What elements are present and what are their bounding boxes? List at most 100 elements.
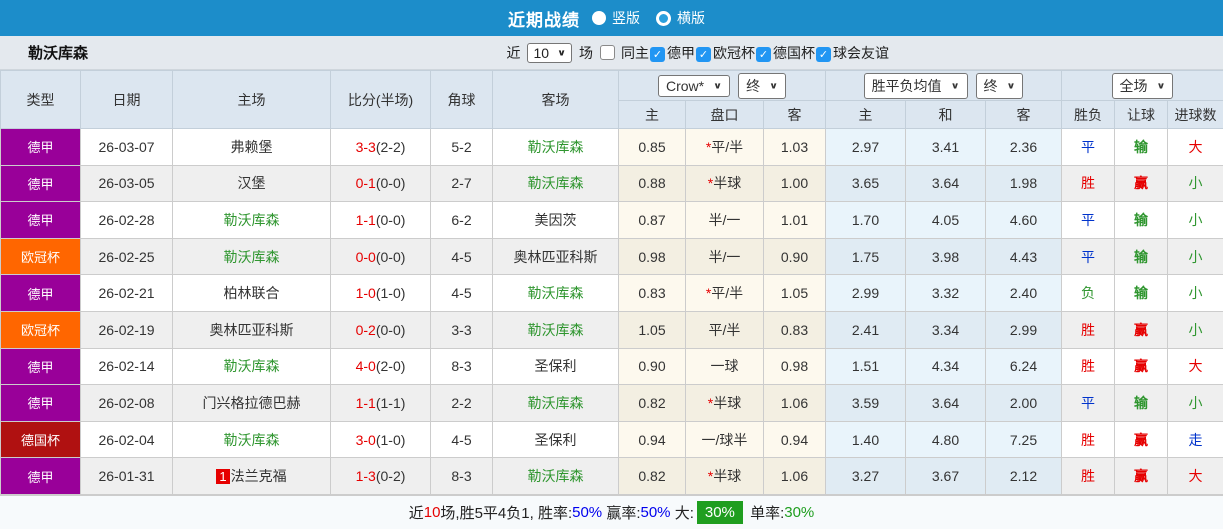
- corner-cell: 4-5: [431, 275, 493, 312]
- table-row: 德甲26-02-14勒沃库森4-0(2-0)8-3圣保利0.90一球0.981.…: [1, 348, 1223, 385]
- league-checkbox[interactable]: ✓: [650, 47, 665, 62]
- avg-home: 3.27: [826, 458, 906, 495]
- horizontal-layout-label[interactable]: 横版: [677, 8, 705, 28]
- avg-away: 4.43: [986, 238, 1062, 275]
- result-cell: 胜: [1062, 421, 1115, 458]
- summary-segment: 大:: [671, 502, 694, 523]
- avg-home: 1.70: [826, 202, 906, 239]
- odds-source-select[interactable]: Crow*∨: [658, 75, 730, 97]
- filter-controls: 近 10 ∨ 场 同主 ✓德甲✓欧冠杯✓德国杯✓球会友谊: [503, 43, 890, 63]
- league-checkbox[interactable]: ✓: [696, 47, 711, 62]
- score-cell: 3-3(2-2): [331, 129, 431, 166]
- away-team: 勒沃库森: [493, 275, 619, 312]
- odds-handicap: 半/一: [686, 202, 764, 239]
- odds-home: 0.98: [619, 238, 686, 275]
- league-checkbox[interactable]: ✓: [756, 47, 771, 62]
- top-title-bar: 近期战绩 竖版 横版: [0, 0, 1223, 36]
- avg-final-select[interactable]: 终∨: [976, 73, 1024, 99]
- odds-handicap: *平/半: [686, 129, 764, 166]
- league-badge: 德甲: [1, 202, 81, 239]
- odds-home: 1.05: [619, 311, 686, 348]
- page-title: 近期战绩: [508, 6, 580, 31]
- goals-result-cell: 小: [1168, 165, 1223, 202]
- odds-final-select[interactable]: 终∨: [738, 73, 786, 99]
- avg-home: 3.65: [826, 165, 906, 202]
- sub-col-header: 和: [906, 101, 986, 129]
- result-cell: 平: [1062, 238, 1115, 275]
- odds-home: 0.82: [619, 385, 686, 422]
- avg-home: 1.75: [826, 238, 906, 275]
- away-team: 奥林匹亚科斯: [493, 238, 619, 275]
- chevron-down-icon: ∨: [1007, 80, 1016, 90]
- avg-draw: 3.64: [906, 165, 986, 202]
- goals-result-cell: 小: [1168, 275, 1223, 312]
- vertical-layout-radio[interactable]: [592, 11, 606, 25]
- col-header-corner: 角球: [431, 71, 493, 129]
- summary-footer: 近10场,胜5平4负1, 胜率:50% 赢率:50% 大:30% 单率:30%: [0, 495, 1223, 529]
- corner-cell: 5-2: [431, 129, 493, 166]
- goals-result-cell: 小: [1168, 385, 1223, 422]
- odds-home: 0.87: [619, 202, 686, 239]
- summary-segment: 10: [424, 504, 441, 521]
- goals-result-cell: 大: [1168, 348, 1223, 385]
- chevron-down-icon: ∨: [557, 47, 566, 57]
- handicap-result-cell: 赢: [1115, 348, 1168, 385]
- corner-cell: 2-7: [431, 165, 493, 202]
- away-team: 圣保利: [493, 421, 619, 458]
- table-row: 德甲26-01-311法兰克福1-3(0-2)8-3勒沃库森0.82*半球1.0…: [1, 458, 1223, 495]
- league-badge: 德甲: [1, 275, 81, 312]
- match-date: 26-02-28: [81, 202, 173, 239]
- corner-cell: 3-3: [431, 311, 493, 348]
- result-cell: 胜: [1062, 348, 1115, 385]
- odds-handicap: *半球: [686, 165, 764, 202]
- sub-col-header: 盘口: [686, 101, 764, 129]
- home-team: 奥林匹亚科斯: [173, 311, 331, 348]
- rank-badge: 1: [216, 469, 229, 484]
- corner-cell: 8-3: [431, 458, 493, 495]
- horizontal-layout-radio[interactable]: [656, 11, 671, 26]
- full-match-select[interactable]: 全场∨: [1112, 73, 1174, 99]
- vertical-layout-label[interactable]: 竖版: [612, 8, 640, 28]
- table-row: 德甲26-02-28勒沃库森1-1(0-0)6-2美因茨0.87半/一1.011…: [1, 202, 1223, 239]
- avg-draw: 3.98: [906, 238, 986, 275]
- avg-away: 2.36: [986, 129, 1062, 166]
- league-badge: 欧冠杯: [1, 311, 81, 348]
- score-cell: 1-1(0-0): [331, 202, 431, 239]
- avg-draw: 4.80: [906, 421, 986, 458]
- odds-handicap: *半球: [686, 458, 764, 495]
- same-home-checkbox[interactable]: [600, 45, 615, 60]
- odds-away: 1.03: [764, 129, 826, 166]
- odds-away: 0.90: [764, 238, 826, 275]
- handicap-result-cell: 输: [1115, 275, 1168, 312]
- league-badge: 德甲: [1, 458, 81, 495]
- match-date: 26-02-04: [81, 421, 173, 458]
- score-cell: 0-2(0-0): [331, 311, 431, 348]
- score-cell: 3-0(1-0): [331, 421, 431, 458]
- away-team: 美因茨: [493, 202, 619, 239]
- match-date: 26-02-14: [81, 348, 173, 385]
- avg-home: 2.97: [826, 129, 906, 166]
- corner-cell: 6-2: [431, 202, 493, 239]
- col-header-score: 比分(半场): [331, 71, 431, 129]
- home-team: 勒沃库森: [173, 202, 331, 239]
- odds-away: 1.06: [764, 458, 826, 495]
- avg-home: 2.99: [826, 275, 906, 312]
- league-checkbox[interactable]: ✓: [816, 47, 831, 62]
- odds-handicap: *平/半: [686, 275, 764, 312]
- handicap-result-cell: 输: [1115, 129, 1168, 166]
- league-badge: 欧冠杯: [1, 238, 81, 275]
- summary-segment: 30%: [697, 501, 743, 524]
- avg-draw: 3.41: [906, 129, 986, 166]
- sub-col-header: 主: [826, 101, 906, 129]
- odds-home: 0.90: [619, 348, 686, 385]
- avg-source-select[interactable]: 胜平负均值∨: [864, 73, 968, 99]
- chevron-down-icon: ∨: [769, 80, 778, 90]
- recent-count-select[interactable]: 10 ∨: [527, 43, 572, 63]
- odds-home: 0.83: [619, 275, 686, 312]
- match-date: 26-02-21: [81, 275, 173, 312]
- league-checkbox-label: 球会友谊: [833, 45, 889, 61]
- home-team: 门兴格拉德巴赫: [173, 385, 331, 422]
- table-row: 欧冠杯26-02-25勒沃库森0-0(0-0)4-5奥林匹亚科斯0.98半/一0…: [1, 238, 1223, 275]
- odds-handicap: 一/球半: [686, 421, 764, 458]
- odds-home: 0.94: [619, 421, 686, 458]
